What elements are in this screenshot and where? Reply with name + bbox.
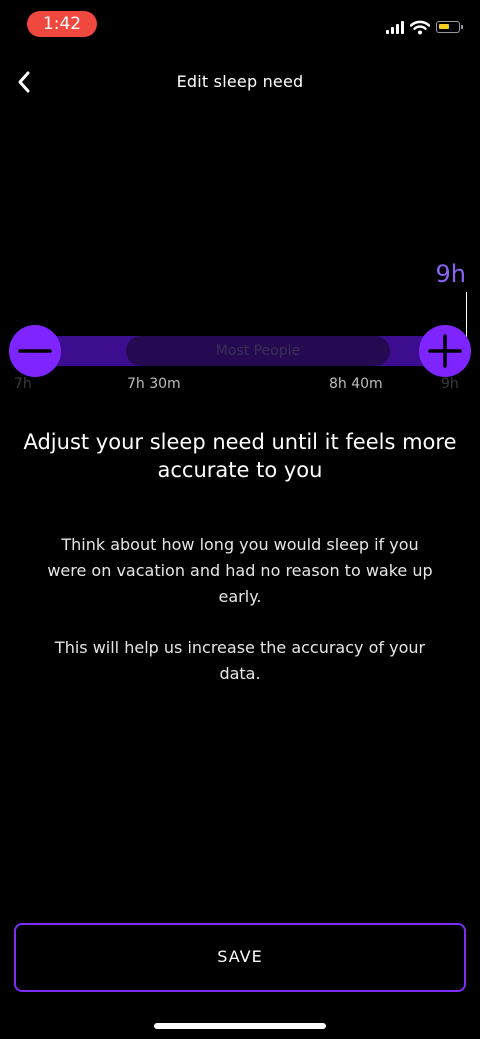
cellular-signal-icon — [386, 20, 404, 34]
most-people-range: Most People — [126, 336, 390, 366]
page-title: Edit sleep need — [176, 72, 304, 91]
accuracy-note: This will help us increase the accuracy … — [54, 638, 426, 683]
minus-icon — [18, 349, 52, 353]
save-button[interactable]: SAVE — [14, 923, 466, 992]
decrease-button[interactable] — [9, 325, 61, 377]
description-text: Think about how long you would sleep if … — [47, 535, 433, 606]
headline: Adjust your sleep need until it feels mo… — [23, 430, 457, 482]
tick-label: 8h 40m — [329, 376, 383, 392]
battery-icon — [436, 21, 463, 33]
nav-bar: Edit sleep need — [0, 60, 480, 104]
tick-label: 7h 30m — [127, 376, 181, 392]
status-icons — [386, 18, 463, 36]
plus-icon — [428, 334, 462, 368]
wifi-icon — [410, 20, 430, 34]
increase-button[interactable] — [419, 325, 471, 377]
tick-label: 7h — [14, 376, 32, 392]
tick-label: 9h — [441, 376, 459, 392]
status-bar: 1:42 — [0, 0, 480, 50]
slider-value: 9h — [435, 260, 466, 288]
home-indicator — [154, 1023, 326, 1029]
sleep-need-slider: 9h Most People 7h 7h 30m 8h 40m 9h — [0, 250, 480, 410]
status-time: 1:42 — [27, 11, 97, 37]
